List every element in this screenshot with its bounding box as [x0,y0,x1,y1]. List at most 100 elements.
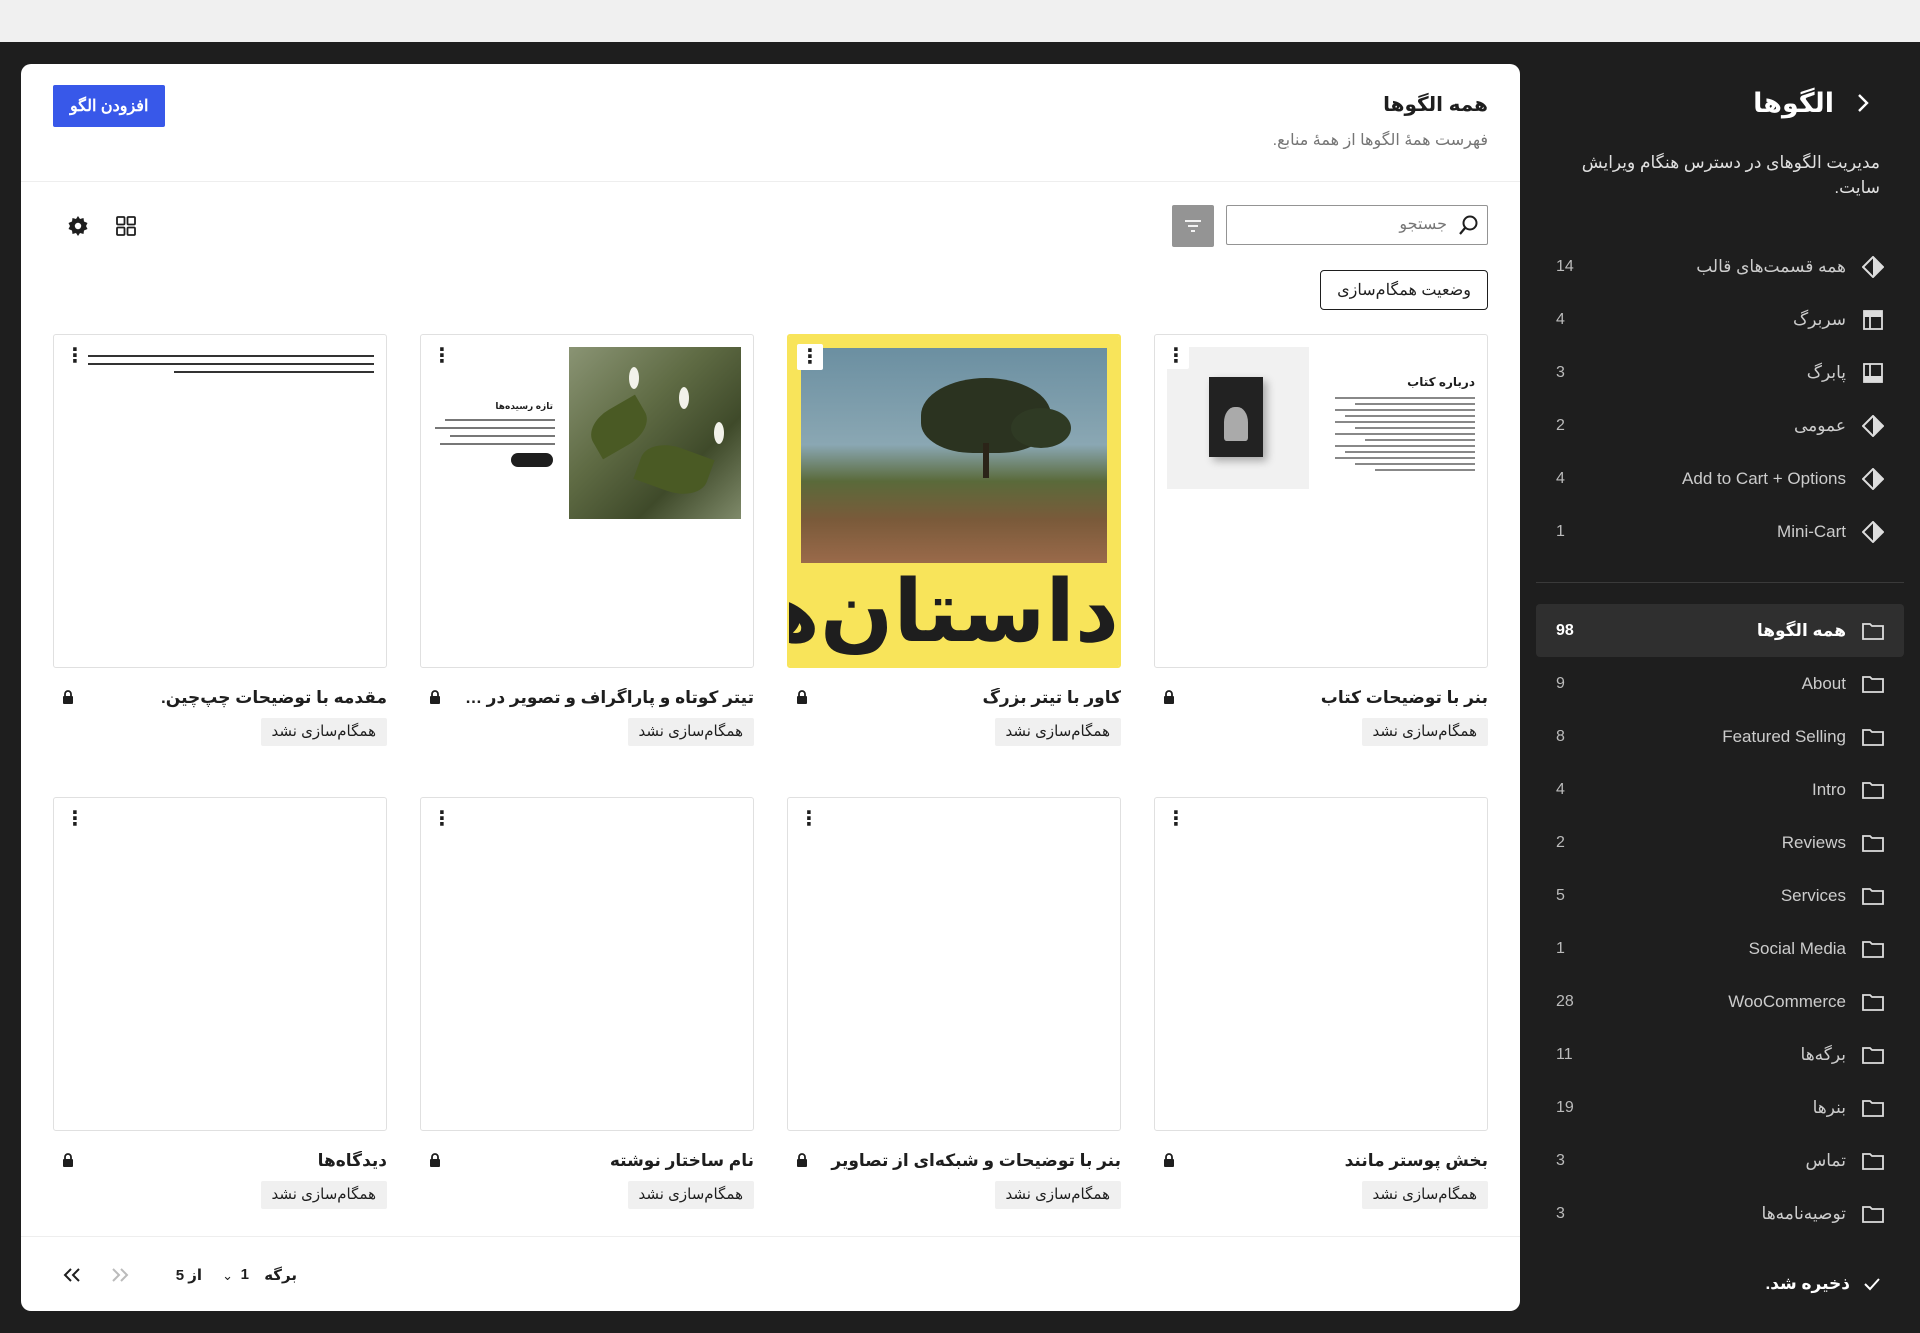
more-actions-button[interactable]: ⋮ [429,806,455,832]
sidebar-item-count: 2 [1556,416,1565,434]
pattern-preview[interactable]: ⋮ [1154,797,1488,1131]
pattern-card[interactable]: ⋮ درباره کتاب بنر با توضیحات کتاب همگام‌ساز… [1154,334,1488,754]
sidebar-item-count: 2 [1556,833,1565,851]
sidebar-item-label: سربرگ [1793,309,1846,329]
pattern-preview[interactable]: ⋮ داستان‌ها [787,334,1121,668]
pattern-card[interactable]: ⋮ بخش پوستر مانند همگام‌سازی نشد [1154,797,1488,1217]
pattern-title[interactable]: کاور با تیتر بزرگ [821,688,1121,708]
first-page-button[interactable] [59,1261,87,1289]
sidebar-item[interactable]: توصیه‌نامه‌ها 3 [1536,1187,1904,1240]
search-input[interactable] [1227,207,1451,243]
pattern-title[interactable]: بنر با توضیحات کتاب [1188,688,1488,708]
sidebar-item-label: برگه‌ها [1800,1044,1846,1064]
pattern-preview[interactable]: ⋮ [420,797,754,1131]
save-status: ذخیره شد. [1765,1274,1880,1294]
sidebar-item-label: همه الگوها [1756,620,1846,640]
sidebar-item[interactable]: Mini-Cart 1 [1536,505,1904,558]
pattern-title[interactable]: دیدگاه‌ها [87,1151,387,1171]
layout-grid-button[interactable] [113,213,139,239]
pattern-title[interactable]: نام ساختار نوشته [454,1151,754,1171]
more-actions-button[interactable]: ⋮ [62,343,88,369]
template-parts-list: همه قسمت‌های قالب 14 سربرگ 4 پابرگ 3 عمومی 2 Add… [1536,240,1904,558]
pattern-card[interactable]: ⋮ نام ساختار نوشته همگام‌سازی نشد [420,797,754,1217]
search-icon [1451,214,1487,236]
sync-status-filter[interactable]: وضعیت همگام‌سازی [1320,270,1488,310]
pattern-title[interactable]: مقدمه با توضیحات چپ‌چین. [87,688,387,708]
sidebar-item[interactable]: Social Media 1 [1536,922,1904,975]
pattern-title[interactable]: بنر با توضیحات و شبکه‌ای از تصاویر [821,1151,1121,1171]
text-line [174,371,374,373]
pattern-title[interactable]: تیتر کوتاه و پاراگراف و تصویر در سم... [454,688,754,708]
pagination-label: برگه [264,1267,297,1284]
sync-status-badge: همگام‌سازی نشد [994,1181,1121,1209]
pagination-current-page[interactable]: 1 [241,1266,249,1283]
sidebar-item[interactable]: عمومی 2 [1536,399,1904,452]
sidebar-item[interactable]: Services 5 [1536,869,1904,922]
sidebar-item[interactable]: برگه‌ها 11 [1536,1028,1904,1081]
text-line [1335,433,1475,435]
leaf-shape [633,436,715,503]
back-button[interactable] [1846,86,1880,120]
sidebar-item[interactable]: Add to Cart + Options 4 [1536,452,1904,505]
pattern-preview[interactable]: ⋮ [53,334,387,668]
folder-icon [1860,777,1886,803]
view-options-button[interactable] [65,213,91,239]
sidebar-item-label: Featured Selling [1722,726,1846,746]
more-actions-button[interactable]: ⋮ [797,344,823,370]
text-line [1335,409,1475,411]
pattern-card[interactable]: ⋮ داستان‌ها کاور با تیتر بزرگ همگام‌سازی نش… [787,334,1121,754]
page-title: همه الگوها [1383,94,1488,116]
cover-heading: داستان‌ها [789,564,1119,660]
sync-status-badge: همگام‌سازی نشد [1361,718,1488,746]
more-actions-button[interactable]: ⋮ [1163,806,1189,832]
pattern-preview[interactable]: ⋮ تازه رسیده‌ها [420,334,754,668]
more-actions-button[interactable]: ⋮ [796,806,822,832]
sidebar-item[interactable]: همه قسمت‌های قالب 14 [1536,240,1904,293]
add-pattern-button[interactable]: افزودن الگو [53,85,166,127]
sync-status-badge: همگام‌سازی نشد [1361,1181,1488,1209]
bust-figure [1224,407,1248,441]
sidebar-item-count: 3 [1556,1204,1565,1222]
text-line [1345,451,1475,453]
sidebar-item-count: 98 [1556,621,1574,639]
pattern-card[interactable]: ⋮ تازه رسیده‌ها تیتر کوتاه و پاراگراف و تص… [420,334,754,754]
search-box [1226,205,1488,245]
pattern-card[interactable]: ⋮ بنر با توضیحات و شبکه‌ای از تصاویر همگام… [787,797,1121,1217]
lock-icon [1164,690,1174,704]
sidebar-item[interactable]: سربرگ 4 [1536,293,1904,346]
pattern-preview[interactable]: ⋮ درباره کتاب [1154,334,1488,668]
pattern-preview[interactable]: ⋮ [53,797,387,1131]
sidebar-item[interactable]: بنرها 19 [1536,1081,1904,1134]
sidebar-item[interactable]: Intro 4 [1536,763,1904,816]
folder-icon [1860,883,1886,909]
sidebar-item-count: 11 [1556,1045,1573,1063]
sidebar-item-label: بنرها [1812,1097,1846,1117]
header-icon [1860,307,1886,333]
sidebar-item[interactable]: About 9 [1536,657,1904,710]
folder-icon [1860,618,1886,644]
sidebar-item-label: About [1801,673,1846,693]
pattern-title[interactable]: بخش پوستر مانند [1188,1151,1488,1171]
pattern-card[interactable]: ⋮ مقدمه با توضیحات چپ‌چین. همگام‌سازی نشد [53,334,387,754]
filter-button[interactable] [1172,205,1214,247]
pattern-card[interactable]: ⋮ دیدگاه‌ها همگام‌سازی نشد [53,797,387,1217]
more-actions-button[interactable]: ⋮ [429,343,455,369]
sidebar-item[interactable]: پابرگ 3 [1536,346,1904,399]
sidebar-item[interactable]: همه الگوها 98 [1536,604,1904,657]
plant-image [569,347,741,519]
sidebar: الگوها مدیریت الگوهای در دسترس هنگام ویر… [1520,42,1920,1333]
sidebar-item[interactable]: WooCommerce 28 [1536,975,1904,1028]
sync-status-badge: همگام‌سازی نشد [260,718,387,746]
previous-page-button[interactable] [107,1261,135,1289]
sidebar-item[interactable]: تماس 3 [1536,1134,1904,1187]
more-actions-button[interactable]: ⋮ [1163,343,1189,369]
lock-icon [63,1153,73,1167]
lock-icon [430,690,440,704]
sidebar-item[interactable]: Reviews 2 [1536,816,1904,869]
chevron-down-icon[interactable]: ⌄ [222,1268,233,1284]
browser-top-bar [0,0,1920,42]
sidebar-item-count: 28 [1556,992,1574,1010]
pattern-preview[interactable]: ⋮ [787,797,1121,1131]
sidebar-item[interactable]: Featured Selling 8 [1536,710,1904,763]
more-actions-button[interactable]: ⋮ [62,806,88,832]
